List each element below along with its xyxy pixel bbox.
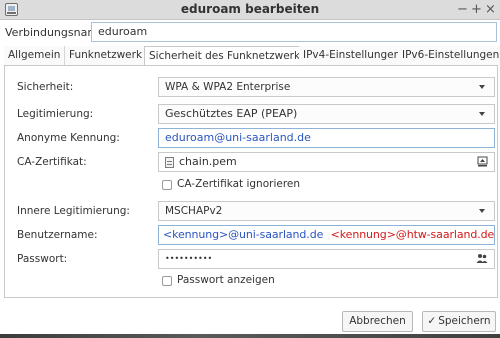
- desktop-panel-strip: [0, 334, 500, 338]
- title-bar: eduroam bearbeiten − + ×: [0, 0, 500, 20]
- chevron-down-icon: [479, 85, 485, 89]
- anon-identity-input[interactable]: eduroam@uni-saarland.de: [158, 128, 495, 148]
- save-button-label: Speichern: [438, 315, 491, 327]
- auth-label: Legitimierung:: [17, 108, 94, 120]
- minimize-button[interactable]: −: [457, 2, 468, 17]
- anon-identity-value: eduroam@uni-saarland.de: [165, 131, 311, 144]
- file-icon: [165, 157, 174, 168]
- ca-cert-chooser[interactable]: chain.pem: [158, 152, 495, 172]
- auth-select[interactable]: Geschütztes EAP (PEAP): [158, 104, 495, 124]
- username-value-htw: <kennung>@htw-saarland.de: [330, 228, 495, 241]
- auth-select-value: Geschütztes EAP (PEAP): [165, 107, 298, 120]
- ca-ignore-checkbox[interactable]: [162, 180, 172, 190]
- tab-sicherheit[interactable]: Sicherheit des Funknetzwerks: [144, 46, 311, 66]
- password-label: Passwort:: [17, 253, 68, 265]
- tab-funknetzwerk[interactable]: Funknetzwerk: [65, 46, 148, 66]
- eject-icon[interactable]: [477, 156, 488, 167]
- show-password-label: Passwort anzeigen: [177, 274, 275, 286]
- ca-cert-filename: chain.pem: [179, 155, 237, 168]
- check-icon: ✓: [427, 315, 437, 327]
- security-select[interactable]: WPA & WPA2 Enterprise: [158, 77, 495, 97]
- window-title: eduroam bearbeiten: [180, 2, 320, 16]
- connection-name-input[interactable]: eduroam: [91, 22, 497, 42]
- tab-ipv4[interactable]: IPv4-Einstellungen: [299, 46, 406, 66]
- show-password-checkbox[interactable]: [162, 276, 172, 286]
- close-button[interactable]: ×: [485, 2, 496, 17]
- save-button[interactable]: ✓ Speichern: [422, 311, 496, 332]
- username-label: Benutzername:: [17, 229, 98, 241]
- security-select-value: WPA & WPA2 Enterprise: [165, 81, 291, 93]
- security-panel: Sicherheit: WPA & WPA2 Enterprise Legiti…: [4, 65, 498, 298]
- inner-auth-select-value: MSCHAPv2: [165, 205, 223, 217]
- tab-ipv6[interactable]: IPv6-Einstellungen: [398, 46, 500, 66]
- tab-allgemein[interactable]: Allgemein: [4, 46, 66, 66]
- inner-auth-label: Innere Legitimierung:: [17, 205, 130, 217]
- ca-ignore-label: CA-Zertifikat ignorieren: [177, 178, 301, 190]
- ca-cert-label: CA-Zertifikat:: [17, 156, 87, 168]
- password-value: ••••••••••: [165, 254, 213, 263]
- username-input[interactable]: <kennung>@uni-saarland.de <kennung>@htw-…: [158, 225, 495, 245]
- chevron-down-icon: [479, 112, 485, 116]
- username-value-uni: <kennung>@uni-saarland.de: [163, 228, 324, 241]
- chevron-down-icon: [479, 209, 485, 213]
- password-input[interactable]: ••••••••••: [158, 249, 495, 269]
- anon-identity-label: Anonyme Kennung:: [17, 132, 120, 144]
- maximize-button[interactable]: +: [471, 2, 482, 17]
- security-label: Sicherheit:: [17, 81, 74, 93]
- users-icon[interactable]: [476, 253, 488, 264]
- cancel-button[interactable]: Abbrechen: [342, 311, 413, 332]
- tab-bar: Allgemein Funknetzwerk Sicherheit des Fu…: [4, 46, 500, 66]
- inner-auth-select[interactable]: MSCHAPv2: [158, 201, 495, 221]
